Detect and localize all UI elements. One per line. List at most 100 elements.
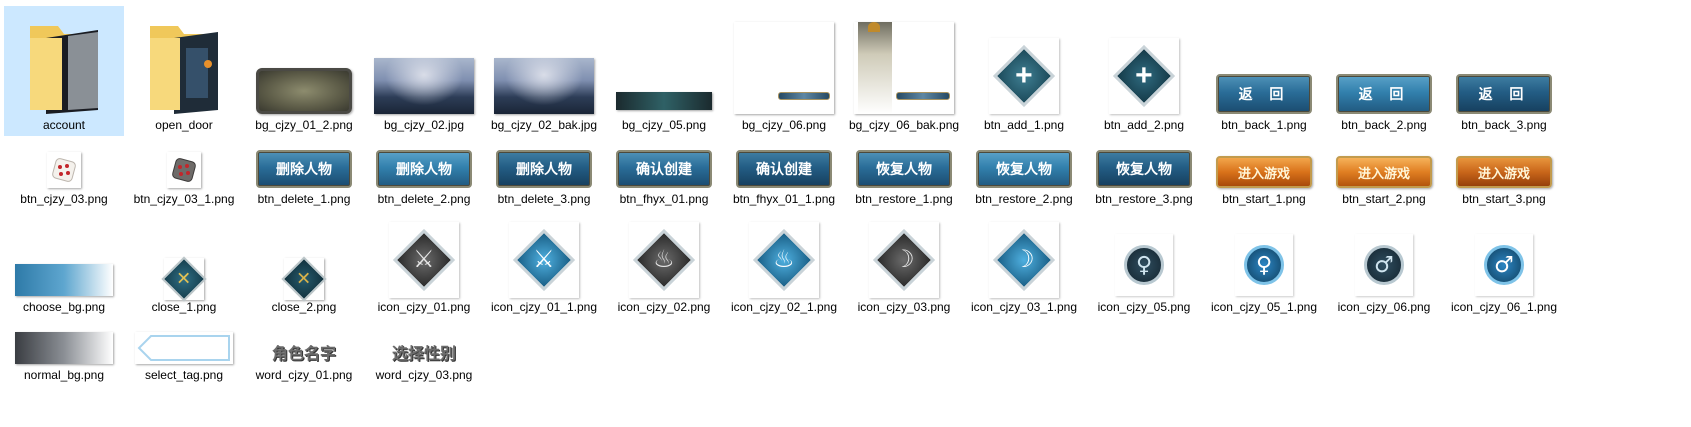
image-thumbnail: ♀	[1084, 226, 1204, 296]
file-btn-delete-1[interactable]: 删除人物 btn_delete_1.png	[244, 140, 364, 210]
image-thumbnail: 恢复人物	[964, 144, 1084, 188]
file-btn-delete-2[interactable]: 删除人物 btn_delete_2.png	[364, 140, 484, 210]
file-name: bg_cjzy_06.png	[741, 118, 827, 132]
file-name: btn_cjzy_03.png	[20, 192, 108, 206]
file-icon-cjzy-03[interactable]: ☽ icon_cjzy_03.png	[844, 214, 964, 318]
image-thumbnail: 删除人物	[244, 144, 364, 188]
button-caption: 进入游戏	[1216, 156, 1312, 188]
file-name: word_cjzy_03.png	[375, 368, 473, 382]
file-name: btn_fhyx_01_1.png	[732, 192, 836, 206]
image-thumbnail: +	[1084, 14, 1204, 114]
file-name: btn_start_2.png	[1342, 192, 1426, 206]
file-word-cjzy-01[interactable]: 角色名字 word_cjzy_01.png	[244, 322, 364, 388]
button-caption: 恢复人物	[1096, 150, 1192, 188]
file-btn-cjzy-03[interactable]: btn_cjzy_03.png	[4, 140, 124, 210]
file-name: icon_cjzy_02.png	[617, 300, 711, 314]
file-btn-back-3[interactable]: 返 回 btn_back_3.png	[1444, 6, 1564, 136]
file-btn-restore-1[interactable]: 恢复人物 btn_restore_1.png	[844, 140, 964, 210]
file-name: btn_start_3.png	[1462, 192, 1546, 206]
file-btn-back-2[interactable]: 返 回 btn_back_2.png	[1324, 6, 1444, 136]
image-thumbnail: 进入游戏	[1324, 144, 1444, 188]
image-thumbnail: 角色名字	[244, 326, 364, 364]
file-name: icon_cjzy_05.png	[1097, 300, 1191, 314]
image-thumbnail: ♨	[724, 218, 844, 298]
file-name: btn_add_1.png	[983, 118, 1065, 132]
sword-icon: ⚔	[533, 245, 555, 273]
file-icon-cjzy-02-1[interactable]: ♨ icon_cjzy_02_1.png	[724, 214, 844, 318]
file-name: btn_start_1.png	[1222, 192, 1306, 206]
file-name: normal_bg.png	[23, 368, 105, 382]
file-name: btn_delete_1.png	[257, 192, 351, 206]
file-btn-add-1[interactable]: + btn_add_1.png	[964, 6, 1084, 136]
button-caption: 确认创建	[616, 150, 712, 188]
image-thumbnail: ♂	[1444, 226, 1564, 296]
file-name: select_tag.png	[144, 368, 224, 382]
file-bg-cjzy-06-bak[interactable]: bg_cjzy_06_bak.png	[844, 6, 964, 136]
file-bg-cjzy-05[interactable]: bg_cjzy_05.png	[604, 6, 724, 136]
file-name: btn_restore_1.png	[855, 192, 953, 206]
file-bg-cjzy-02-bak[interactable]: bg_cjzy_02_bak.jpg	[484, 6, 604, 136]
image-thumbnail	[4, 326, 124, 364]
file-icon-cjzy-03-1[interactable]: ☽ icon_cjzy_03_1.png	[964, 214, 1084, 318]
image-thumbnail: ✕	[124, 220, 244, 302]
folder-open-door[interactable]: open_door	[124, 6, 244, 136]
image-thumbnail: 恢复人物	[844, 144, 964, 188]
image-thumbnail: 删除人物	[484, 144, 604, 188]
file-name: btn_add_2.png	[1103, 118, 1185, 132]
image-thumbnail	[364, 14, 484, 114]
file-choose-bg[interactable]: choose_bg.png	[4, 214, 124, 318]
file-name: icon_cjzy_05_1.png	[1210, 300, 1318, 314]
button-caption: 返 回	[1456, 74, 1552, 114]
file-icon-cjzy-01[interactable]: ⚔ icon_cjzy_01.png	[364, 214, 484, 318]
word-image-caption: 选择性别	[391, 344, 456, 363]
image-thumbnail: 确认创建	[724, 144, 844, 188]
file-close-1[interactable]: ✕ close_1.png	[124, 214, 244, 318]
flame-icon: ♨	[773, 245, 795, 273]
female-icon: ♀	[1244, 245, 1284, 285]
file-bg-cjzy-01-2[interactable]: bg_cjzy_01_2.png	[244, 6, 364, 136]
file-icon-cjzy-06[interactable]: ♂ icon_cjzy_06.png	[1324, 214, 1444, 318]
file-name: word_cjzy_01.png	[255, 368, 353, 382]
image-thumbnail	[124, 144, 244, 188]
image-thumbnail: 确认创建	[604, 144, 724, 188]
file-icon-cjzy-05-1[interactable]: ♀ icon_cjzy_05_1.png	[1204, 214, 1324, 318]
image-thumbnail: 进入游戏	[1444, 144, 1564, 188]
file-btn-start-3[interactable]: 进入游戏 btn_start_3.png	[1444, 140, 1564, 210]
image-thumbnail: 选择性别	[364, 326, 484, 364]
file-word-cjzy-03[interactable]: 选择性别 word_cjzy_03.png	[364, 322, 484, 388]
file-name: icon_cjzy_06_1.png	[1450, 300, 1558, 314]
file-btn-restore-3[interactable]: 恢复人物 btn_restore_3.png	[1084, 140, 1204, 210]
file-name: btn_delete_3.png	[497, 192, 591, 206]
file-name: bg_cjzy_06_bak.png	[848, 118, 960, 132]
file-name: icon_cjzy_01_1.png	[490, 300, 598, 314]
file-close-2[interactable]: ✕ close_2.png	[244, 214, 364, 318]
file-btn-start-2[interactable]: 进入游戏 btn_start_2.png	[1324, 140, 1444, 210]
file-select-tag[interactable]: select_tag.png	[124, 322, 244, 388]
file-btn-back-1[interactable]: 返 回 btn_back_1.png	[1204, 6, 1324, 136]
file-btn-cjzy-03-1[interactable]: btn_cjzy_03_1.png	[124, 140, 244, 210]
file-btn-start-1[interactable]: 进入游戏 btn_start_1.png	[1204, 140, 1324, 210]
file-icon-cjzy-01-1[interactable]: ⚔ icon_cjzy_01_1.png	[484, 214, 604, 318]
file-btn-add-2[interactable]: + btn_add_2.png	[1084, 6, 1204, 136]
file-icon-cjzy-05[interactable]: ♀ icon_cjzy_05.png	[1084, 214, 1204, 318]
file-btn-fhyx-01-1[interactable]: 确认创建 btn_fhyx_01_1.png	[724, 140, 844, 210]
image-thumbnail: ♂	[1324, 226, 1444, 296]
folder-account[interactable]: account	[4, 6, 124, 136]
image-thumbnail	[724, 14, 844, 114]
image-thumbnail: 返 回	[1324, 14, 1444, 114]
file-btn-fhyx-01[interactable]: 确认创建 btn_fhyx_01.png	[604, 140, 724, 210]
tag-arrow-icon	[137, 335, 230, 361]
image-thumbnail: ♀	[1204, 226, 1324, 296]
file-name: bg_cjzy_02.jpg	[383, 118, 465, 132]
dice-icon	[52, 158, 76, 182]
image-thumbnail	[4, 220, 124, 300]
file-bg-cjzy-06[interactable]: bg_cjzy_06.png	[724, 6, 844, 136]
image-thumbnail	[4, 144, 124, 188]
file-icon-cjzy-02[interactable]: ♨ icon_cjzy_02.png	[604, 214, 724, 318]
file-normal-bg[interactable]: normal_bg.png	[4, 322, 124, 388]
file-bg-cjzy-02[interactable]: bg_cjzy_02.jpg	[364, 6, 484, 136]
file-icon-cjzy-06-1[interactable]: ♂ icon_cjzy_06_1.png	[1444, 214, 1564, 318]
file-btn-restore-2[interactable]: 恢复人物 btn_restore_2.png	[964, 140, 1084, 210]
file-btn-delete-3[interactable]: 删除人物 btn_delete_3.png	[484, 140, 604, 210]
image-thumbnail: 返 回	[1204, 14, 1324, 114]
